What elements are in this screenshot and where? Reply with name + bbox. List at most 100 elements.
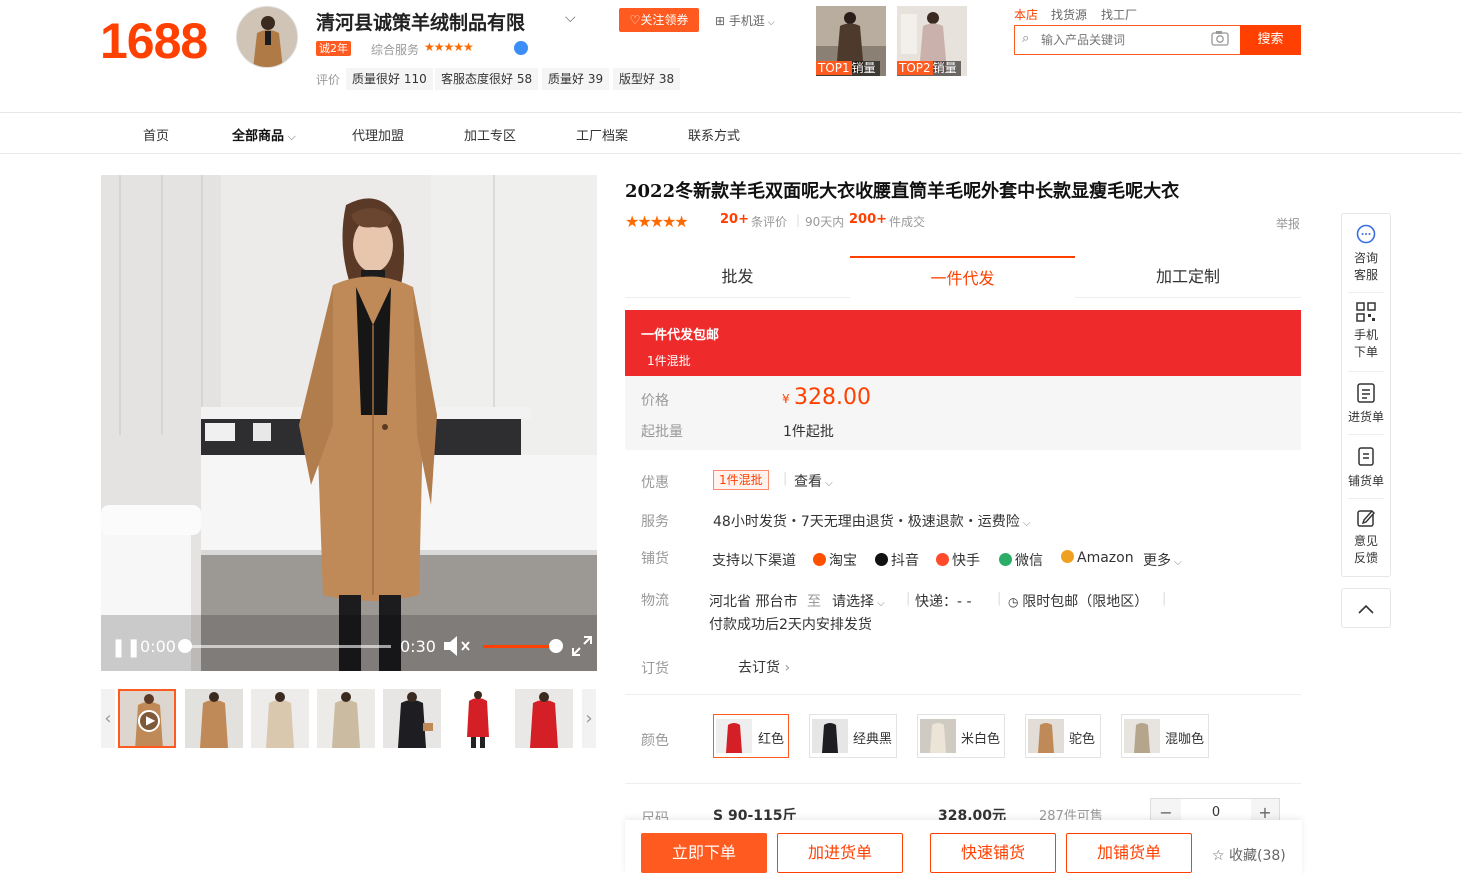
distribution-list-button[interactable]: 铺货单 xyxy=(1342,446,1390,490)
tab-dropship[interactable]: 一件代发 xyxy=(850,256,1075,298)
review-count[interactable]: 20+ xyxy=(720,212,749,227)
chevron-down-icon[interactable]: ⌵ xyxy=(565,10,576,26)
amazon-icon xyxy=(1061,550,1074,563)
platform-amazon[interactable]: Amazon xyxy=(1061,550,1134,566)
search-input[interactable] xyxy=(1015,26,1205,54)
color-label: 混咖色 xyxy=(1165,732,1205,747)
wechat-icon xyxy=(999,553,1012,566)
chat-icon xyxy=(1342,223,1390,250)
favorite-button[interactable]: ☆ 收藏(38) xyxy=(1212,845,1286,865)
top-rank: TOP2 xyxy=(897,61,933,75)
mute-icon[interactable] xyxy=(442,634,472,662)
volume-track[interactable] xyxy=(483,645,553,648)
gallery-thumbnail[interactable] xyxy=(185,689,243,748)
video-progress-handle[interactable] xyxy=(178,639,192,653)
pause-icon[interactable]: ❚❚ xyxy=(111,637,141,658)
gallery-thumbnail[interactable] xyxy=(515,689,573,748)
gallery-thumbnail[interactable]: ▶ xyxy=(118,689,176,748)
order-link-label: 去订货 xyxy=(738,660,780,676)
service-value[interactable]: 48小时发货・7天无理由退货・极速退款・运费险 ⌵ xyxy=(713,511,1031,531)
nav-contact[interactable]: 联系方式 xyxy=(688,125,740,144)
kuaishou-icon xyxy=(936,553,949,566)
dropship-banner: 一件代发包邮 1件混批 xyxy=(625,310,1301,376)
color-option-camel[interactable]: 驼色 xyxy=(1025,714,1101,758)
top-product-2[interactable]: TOP2 销量 xyxy=(897,6,967,76)
separator: | xyxy=(906,591,911,606)
platform-more[interactable]: 更多 ⌵ xyxy=(1143,550,1182,570)
gallery-thumbnail[interactable] xyxy=(449,689,507,748)
destination-select[interactable]: 请选择 ⌵ xyxy=(832,591,885,611)
add-cart-button[interactable]: 加进货单 xyxy=(777,833,903,873)
nav-home[interactable]: 首页 xyxy=(143,125,169,144)
nav-agency[interactable]: 代理加盟 xyxy=(352,125,404,144)
discount-view-link[interactable]: 查看 ⌵ xyxy=(794,471,833,491)
feedback-button[interactable]: 意见 反馈 xyxy=(1342,508,1390,567)
scope-this-shop[interactable]: 本店 xyxy=(1014,6,1038,23)
site-logo[interactable]: 1688 xyxy=(100,12,208,70)
camera-icon[interactable] xyxy=(1211,30,1229,50)
scope-find-source[interactable]: 找货源 xyxy=(1051,6,1087,23)
thumb-next-button[interactable]: › xyxy=(582,689,596,748)
color-swatch xyxy=(716,719,752,753)
nav-all-products[interactable]: 全部商品 ⌵ xyxy=(232,125,296,144)
shop-avatar[interactable] xyxy=(236,6,298,68)
tab-wholesale[interactable]: 批发 xyxy=(625,256,850,298)
shop-name[interactable]: 清河县诚策羊绒制品有限 xyxy=(316,8,525,35)
color-option-red[interactable]: 红色 xyxy=(713,714,789,758)
thumb-prev-button[interactable]: ‹ xyxy=(101,689,115,748)
nav-processing[interactable]: 加工专区 xyxy=(464,125,516,144)
buy-now-button[interactable]: 立即下单 xyxy=(641,833,767,873)
top-rank: TOP1 xyxy=(816,61,852,75)
quick-distribute-button[interactable]: 快速铺货 xyxy=(930,833,1056,873)
purchase-list-button[interactable]: 进货单 xyxy=(1342,382,1390,426)
consult-service-button[interactable]: 咨询 客服 xyxy=(1342,223,1390,284)
scope-find-factory[interactable]: 找工厂 xyxy=(1101,6,1137,23)
top-product-1[interactable]: TOP1 销量 xyxy=(816,6,886,76)
review-tag: 质量好 39 xyxy=(542,68,610,90)
service-label: 服务 xyxy=(641,514,669,530)
side-label: 意见 xyxy=(1353,534,1378,548)
add-distribute-button[interactable]: 加铺货单 xyxy=(1066,833,1192,873)
rating-stars: ★★★★★ xyxy=(625,212,689,231)
follow-coupon-button[interactable]: ♡关注领券 xyxy=(619,8,699,32)
platform-wechat[interactable]: 微信 xyxy=(999,550,1043,570)
distribution-label: 铺货 xyxy=(641,551,669,567)
back-to-top-button[interactable] xyxy=(1341,588,1391,628)
banner-title: 一件代发包邮 xyxy=(641,328,720,343)
review-tag: 客服态度很好 58 xyxy=(435,68,539,90)
product-video[interactable]: ❚❚ 0:00 0:30 xyxy=(101,175,597,671)
search-icon: ⌕ xyxy=(1022,31,1030,46)
separator: | xyxy=(997,591,1002,606)
price-block: 价格 ¥ 328.00 起批量 1件起批 xyxy=(625,376,1301,450)
chevron-down-icon: ⌵ xyxy=(284,130,296,143)
action-bar: 立即下单 加进货单 快速铺货 加铺货单 ☆ 收藏(38) xyxy=(625,820,1302,875)
header: 1688 清河县诚策羊绒制品有限 ⌵ 诚2年 综合服务 ★★★★★ 评价 质量很… xyxy=(0,0,1462,113)
color-option-cream[interactable]: 米白色 xyxy=(917,714,1005,758)
verified-icon xyxy=(514,41,528,55)
mobile-order-button[interactable]: 手机 下单 xyxy=(1342,302,1390,361)
fullscreen-icon[interactable] xyxy=(571,635,593,661)
side-label: 反馈 xyxy=(1353,551,1378,565)
video-progress-track[interactable] xyxy=(185,645,391,648)
platform-kuaishou[interactable]: 快手 xyxy=(936,550,980,570)
chevron-up-icon xyxy=(1358,604,1374,614)
tab-custom[interactable]: 加工定制 xyxy=(1075,256,1301,298)
order-link[interactable]: 去订货 › xyxy=(738,657,790,677)
gallery-thumbnail[interactable] xyxy=(317,689,375,748)
review-tag: 质量很好 110 xyxy=(346,68,433,90)
gallery-thumbnail[interactable] xyxy=(383,689,441,748)
nav-factory-profile[interactable]: 工厂档案 xyxy=(576,125,628,144)
chevron-down-icon: ⌵ xyxy=(1171,557,1182,568)
volume-handle[interactable] xyxy=(549,639,563,653)
color-option-mocha[interactable]: 混咖色 xyxy=(1121,714,1209,758)
mobile-browse-label: 手机逛 xyxy=(728,14,765,28)
report-link[interactable]: 举报 xyxy=(1276,215,1300,232)
side-label: 咨询 xyxy=(1353,251,1378,265)
color-label: 经典黑 xyxy=(853,732,893,747)
platform-douyin[interactable]: 抖音 xyxy=(875,550,919,570)
mobile-browse-link[interactable]: ⊞ 手机逛 ⌵ xyxy=(715,12,775,29)
search-button[interactable]: 搜索 xyxy=(1240,25,1301,55)
gallery-thumbnail[interactable] xyxy=(251,689,309,748)
platform-taobao[interactable]: 淘宝 xyxy=(813,550,857,570)
color-option-black[interactable]: 经典黑 xyxy=(809,714,897,758)
